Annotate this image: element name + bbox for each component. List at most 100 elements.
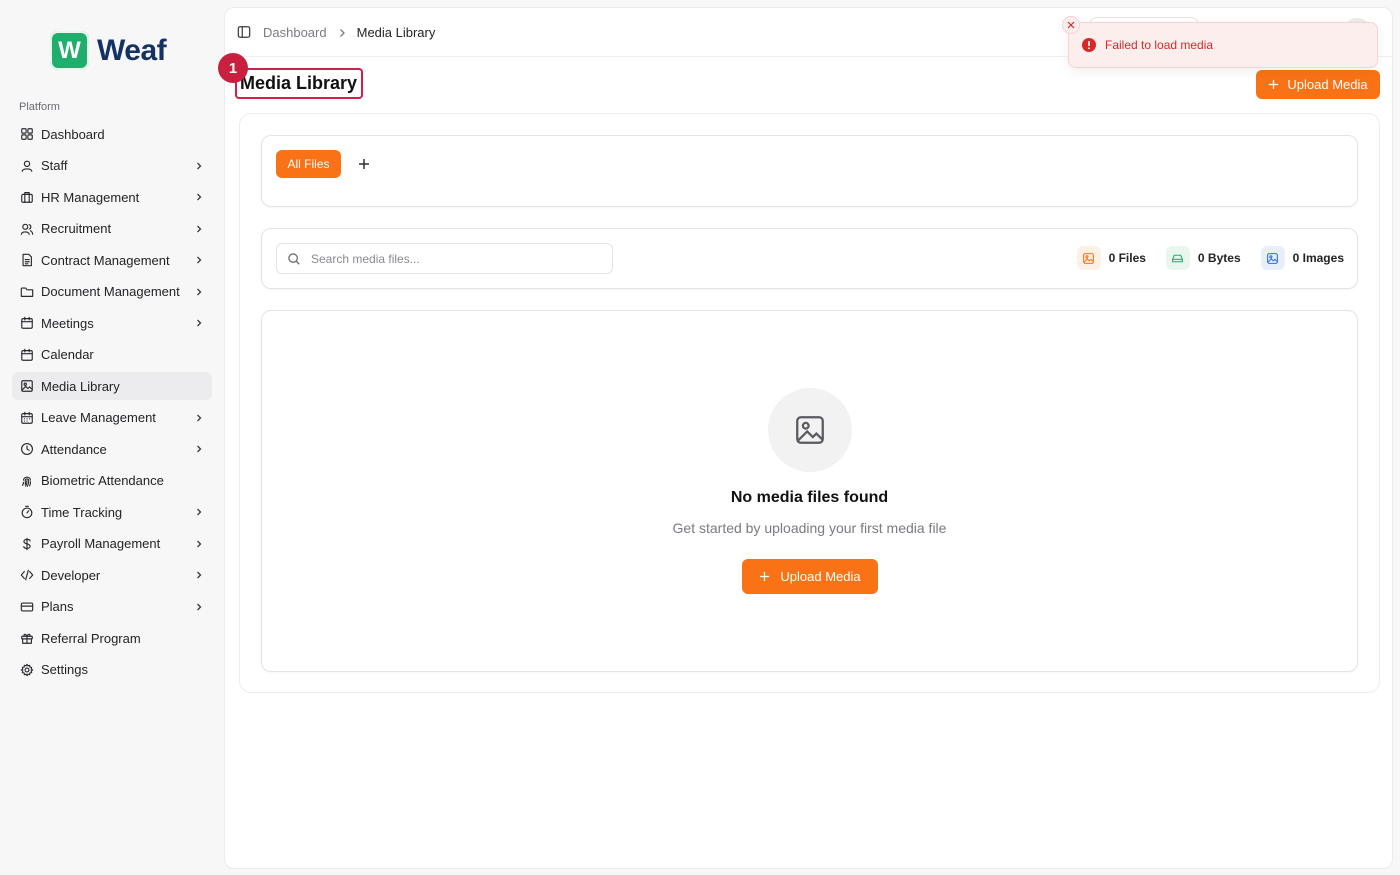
breadcrumb-dashboard-link[interactable]: Dashboard [263,25,327,40]
logo-mark: W [50,31,89,70]
chevron-right-icon [197,256,202,264]
sidebar-item-label: Settings [41,662,88,677]
sidebar-item-label: Time Tracking [41,504,123,520]
sidebar-item-label: Staff [41,158,68,173]
sidebar-item-plans[interactable]: Plans [12,593,212,621]
users-icon [20,222,34,236]
grid-icon [20,127,34,141]
sidebar-item-label: HR Management [41,189,140,205]
dollar-icon [20,537,34,551]
toast-message: Failed to load media [1105,38,1214,52]
error-toast: Failed to load media [1062,16,1378,68]
gift-icon [20,631,34,645]
sidebar-item-staff[interactable]: Staff [12,152,212,180]
briefcase-icon [20,190,34,204]
image-icon [20,379,34,393]
sidebar-item-referral-program[interactable]: Referral Program [12,624,212,652]
toast-close-button[interactable] [1062,16,1080,34]
sidebar-item-developer[interactable]: Developer [12,561,212,589]
main-panel: Dashboard Media Library Media Library 1 … [218,7,1393,869]
sidebar-item-label: Developer [41,567,101,583]
empty-image-icon [768,388,852,472]
sidebar-item-label: Attendance [41,441,107,457]
credit-card-icon [20,600,34,614]
media-stats: 0 Files 0 Bytes 0 Images [1076,246,1344,270]
upload-media-label: Upload Media [1287,77,1368,92]
sidebar-item-calendar[interactable]: Calendar [12,341,212,369]
sidebar-item-label: Biometric Attendance [41,473,164,488]
sidebar-item-document-management[interactable]: Document Management [12,278,212,306]
plus-icon [1269,79,1279,90]
tab-all-files[interactable]: All Files [276,150,341,178]
search-input[interactable] [311,251,591,266]
plus-icon [760,571,770,582]
sidebar-item-dashboard[interactable]: Dashboard [12,120,212,148]
chevron-right-icon [197,508,202,516]
sidebar-item-label: Plans [41,599,74,614]
sidebar-item-attendance[interactable]: Attendance [12,435,212,463]
close-icon [1067,21,1075,29]
sidebar-item-meetings[interactable]: Meetings [12,309,212,337]
chevron-right-icon [197,162,202,169]
app-logo[interactable]: W Weaf [50,31,167,70]
chevron-right-icon [197,193,202,201]
sidebar-item-biometric-attendance[interactable]: Biometric Attendance [12,467,212,495]
file-image-icon [1076,246,1101,270]
chevron-right-icon [197,603,202,610]
sidebar-item-label: Document Management [41,284,180,299]
hard-drive-icon [1165,246,1190,270]
logo-text: Weaf [97,33,167,67]
timer-icon [20,505,34,519]
sidebar-item-label: Leave Management [41,410,156,425]
sidebar-item-label: Contract Management [41,252,170,268]
sidebar-item-label: Media Library [41,378,120,394]
annotation-marker: 1 [218,53,248,83]
chevron-right-icon [197,225,202,232]
sidebar-item-leave-management[interactable]: Leave Management [12,404,212,432]
code-icon [20,568,34,582]
sidebar-item-media-library[interactable]: Media Library [12,372,212,400]
sidebar-item-label: Referral Program [41,630,141,646]
search-icon [288,252,300,265]
chevron-right-icon [197,571,202,579]
sidebar-item-settings[interactable]: Settings [12,656,212,684]
sidebar-item-hr-management[interactable]: HR Management [12,183,212,211]
sidebar-toggle-icon[interactable] [237,25,251,39]
search-box[interactable] [276,243,613,274]
stat-images: 0 Images [1260,246,1344,270]
add-folder-icon[interactable] [356,156,372,172]
page-title: Media Library [240,73,358,93]
breadcrumb-current: Media Library [356,25,436,40]
sidebar-item-label: Meetings [41,315,94,331]
empty-state-subtitle: Get started by uploading your first medi… [672,520,947,536]
image-icon [1260,246,1285,270]
chevron-right-icon [197,540,202,547]
folder-icon [20,285,34,299]
breadcrumb: Dashboard Media Library [263,25,435,40]
chevron-right-icon [197,319,202,327]
stat-files: 0 Files [1076,246,1146,270]
empty-state: No media files found Get started by uplo… [261,310,1358,672]
stat-bytes: 0 Bytes [1165,246,1241,270]
stat-images-value: 0 Images [1292,251,1344,265]
empty-upload-media-button[interactable]: Upload Media [742,559,878,594]
sidebar-item-contract-management[interactable]: Contract Management [12,246,212,274]
sidebar-item-payroll-management[interactable]: Payroll Management [12,530,212,558]
sidebar-item-label: Calendar [41,347,94,362]
calendar-icon [20,348,34,362]
upload-media-button[interactable]: Upload Media [1256,70,1380,99]
sidebar-item-time-tracking[interactable]: Time Tracking [12,498,212,526]
page-title-highlight: Media Library [235,68,364,99]
empty-state-title: No media files found [730,489,889,506]
chevron-right-icon [197,288,202,295]
sidebar-section-label: Platform [19,101,60,113]
sidebar-item-recruitment[interactable]: Recruitment [12,215,212,243]
alert-circle-icon [1082,38,1096,52]
calendar-days-icon [20,411,34,425]
sidebar-item-label: Dashboard [41,126,105,142]
user-icon [20,159,34,173]
stat-files-value: 0 Files [1108,251,1146,265]
empty-upload-media-label: Upload Media [780,569,861,584]
chevron-right-icon [197,414,202,421]
gear-icon [20,663,34,677]
